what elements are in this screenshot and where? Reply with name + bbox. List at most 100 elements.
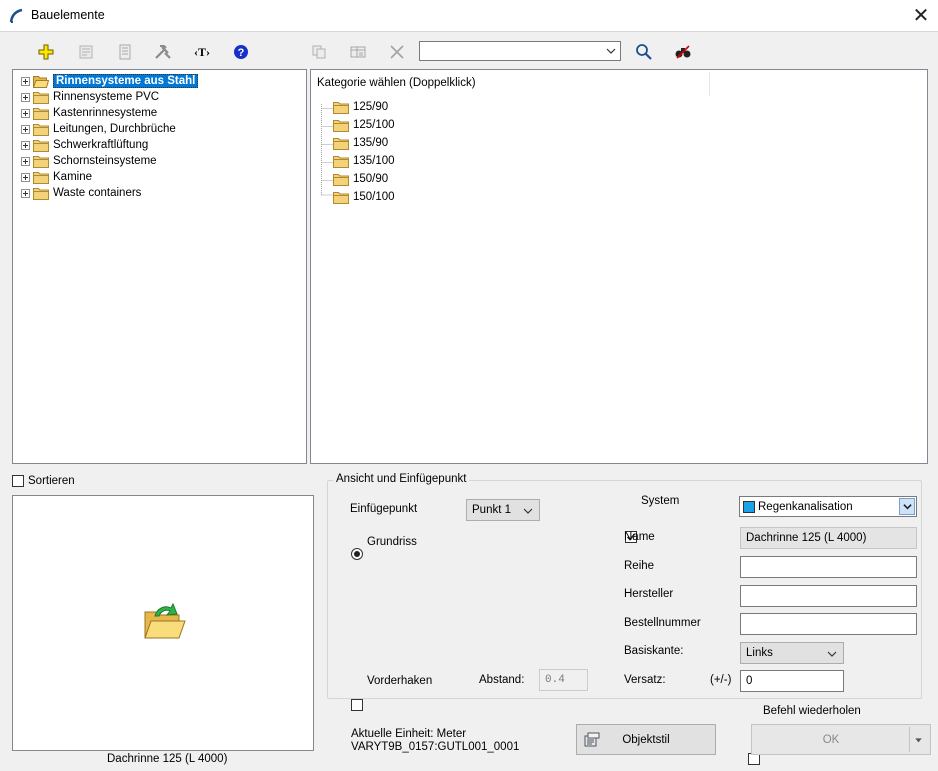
folder-icon — [33, 155, 49, 168]
category-item-label: 125/90 — [353, 101, 389, 113]
sort-checkbox[interactable] — [12, 475, 24, 487]
bestellnummer-field[interactable] — [740, 613, 917, 635]
bestellnummer-label: Bestellnummer — [624, 617, 701, 629]
tools-icon[interactable] — [151, 41, 175, 63]
tree-item[interactable]: Leitungen, Durchbrüche — [21, 121, 176, 137]
tree-item[interactable]: Kamine — [21, 169, 92, 185]
preview-caption: Dachrinne 125 (L 4000) — [107, 753, 228, 765]
app-icon — [8, 8, 24, 24]
versatz-field[interactable]: 0 — [740, 670, 844, 692]
search-combo[interactable] — [419, 41, 621, 61]
tree-item-label: Schornsteinsysteme — [53, 155, 157, 167]
properties-icon[interactable] — [74, 41, 98, 63]
copy-icon[interactable] — [307, 41, 331, 63]
help-icon[interactable]: ? — [229, 41, 253, 63]
einfuegepunkt-value: Punkt 1 — [472, 504, 511, 516]
folder-icon — [33, 107, 49, 120]
expand-plus-icon[interactable] — [21, 108, 30, 118]
tree-item[interactable]: Schwerkraftlüftung — [21, 137, 148, 153]
einfuegepunkt-dropdown[interactable]: Punkt 1 — [466, 499, 540, 521]
tree-item[interactable]: Rinnensysteme aus Stahl — [21, 73, 199, 89]
category-item[interactable]: 150/90 — [333, 171, 388, 187]
folder-open-icon — [141, 600, 187, 647]
einfuegepunkt-label: Einfügepunkt — [350, 503, 418, 515]
category-item-label: 135/90 — [353, 137, 389, 149]
column-divider — [709, 72, 710, 96]
basiskante-label: Basiskante: — [624, 645, 684, 657]
category-item-label: 150/90 — [353, 173, 389, 185]
reihe-label: Reihe — [624, 560, 655, 572]
tree-item-label: Schwerkraftlüftung — [53, 139, 149, 151]
group-title: Ansicht und Einfügepunkt — [333, 473, 470, 485]
category-tree[interactable]: Rinnensysteme aus Stahl Rinnensysteme PVC… — [12, 69, 307, 464]
category-item[interactable]: 125/100 — [333, 117, 395, 133]
category-item[interactable]: 125/90 — [333, 99, 388, 115]
system-color-swatch — [743, 501, 755, 513]
objektstil-button[interactable]: Objektstil — [576, 724, 716, 755]
binoculars-icon[interactable] — [671, 41, 695, 63]
name-field: Dachrinne 125 (L 4000) — [740, 527, 917, 549]
folder-icon — [333, 101, 349, 114]
versatz-label: Versatz: — [624, 674, 666, 686]
system-label: System — [641, 495, 680, 507]
tree-item-label: Rinnensysteme aus Stahl — [53, 74, 199, 88]
tree-item-label: Leitungen, Durchbrüche — [53, 123, 176, 135]
category-item-label: 135/100 — [353, 155, 395, 167]
hersteller-field[interactable] — [740, 585, 917, 607]
folder-icon — [333, 191, 349, 204]
grundriss-radio[interactable] — [351, 548, 363, 560]
search-icon[interactable] — [632, 41, 656, 63]
name-label: Name — [624, 531, 655, 543]
preview-panel — [12, 495, 314, 751]
folder-icon — [33, 187, 49, 200]
category-item-label: 125/100 — [353, 119, 395, 131]
folder-icon — [33, 123, 49, 136]
add-plus-icon[interactable] — [34, 41, 58, 63]
title-bar: Bauelemente ✕ — [0, 0, 938, 32]
tree-item[interactable]: Rinnensysteme PVC — [21, 89, 159, 105]
document-icon[interactable] — [113, 41, 137, 63]
chevron-down-icon — [606, 48, 616, 54]
category-header: Kategorie wählen (Doppelklick) — [317, 77, 476, 89]
system-dropdown[interactable]: Regenkanalisation — [739, 496, 917, 517]
category-item[interactable]: 135/90 — [333, 135, 388, 151]
hersteller-label: Hersteller — [624, 588, 674, 600]
table-icon[interactable] — [346, 41, 370, 63]
category-item-label: 150/100 — [353, 191, 395, 203]
expand-plus-icon[interactable] — [21, 156, 30, 166]
close-icon[interactable]: ✕ — [904, 0, 938, 31]
abstand-field[interactable]: 0.4 — [539, 669, 588, 691]
category-list-panel[interactable]: Kategorie wählen (Doppelklick) 125/90 125… — [310, 69, 928, 464]
tree-item[interactable]: Waste containers — [21, 185, 141, 201]
split-divider — [909, 727, 910, 752]
delete-icon[interactable] — [385, 41, 409, 63]
expand-plus-icon[interactable] — [21, 188, 30, 198]
grundriss-label: Grundriss — [367, 536, 417, 548]
expand-plus-icon[interactable] — [21, 172, 30, 182]
expand-plus-icon[interactable] — [21, 92, 30, 102]
basiskante-value: Links — [746, 647, 773, 659]
window-title: Bauelemente — [31, 8, 105, 22]
chevron-down-icon — [827, 651, 837, 657]
reihe-field[interactable] — [740, 556, 917, 578]
category-item[interactable]: 150/100 — [333, 189, 395, 205]
category-item[interactable]: 135/100 — [333, 153, 395, 169]
text-tag-icon[interactable]: ‹T› — [190, 41, 214, 63]
vorderhaken-checkbox[interactable] — [351, 699, 363, 711]
split-arrow-icon[interactable] — [914, 736, 923, 744]
ok-button[interactable]: OK — [751, 724, 931, 755]
object-style-icon — [584, 732, 600, 751]
expand-plus-icon[interactable] — [21, 140, 30, 150]
abstand-label: Abstand: — [479, 674, 525, 686]
expand-plus-icon[interactable] — [21, 76, 30, 86]
folder-icon — [333, 155, 349, 168]
folder-icon — [333, 119, 349, 132]
folder-icon — [33, 139, 49, 152]
vorderhaken-label: Vorderhaken — [367, 675, 433, 687]
basiskante-dropdown[interactable]: Links — [740, 642, 844, 664]
expand-plus-icon[interactable] — [21, 124, 30, 134]
element-id-text: VARYT9B_0157:GUTL001_0001 — [351, 741, 520, 753]
tree-item[interactable]: Schornsteinsysteme — [21, 153, 157, 169]
folder-open-icon — [32, 75, 50, 88]
tree-item[interactable]: Kastenrinnesysteme — [21, 105, 157, 121]
